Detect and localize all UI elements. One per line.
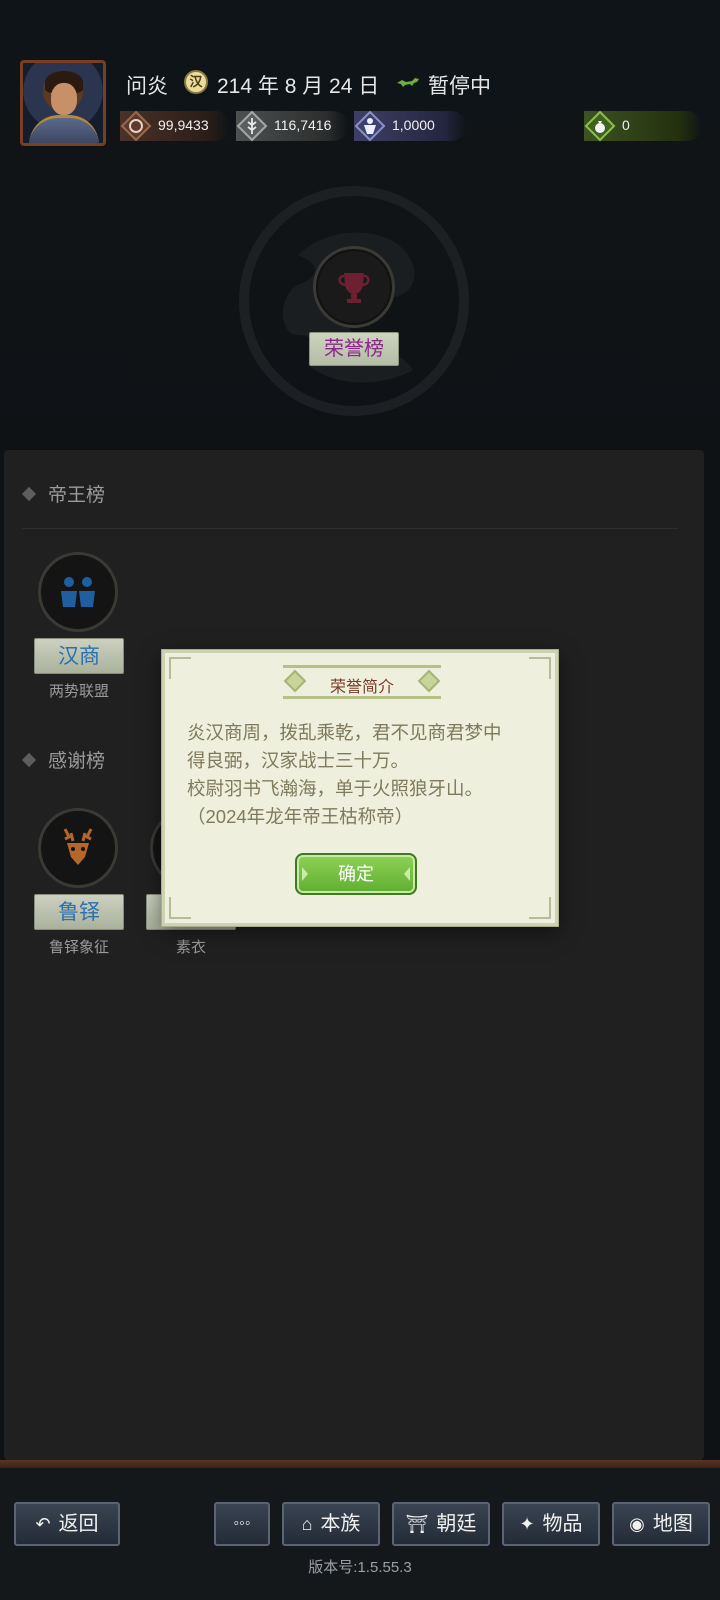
map-button-label: 地图 bbox=[652, 1513, 693, 1535]
undo-arrow-icon: ↶ bbox=[35, 1514, 51, 1534]
title-line bbox=[283, 696, 441, 699]
money-bag-icon bbox=[584, 110, 616, 142]
emperor-ranking-title: 帝王榜 bbox=[48, 485, 106, 506]
clan-button-label: 本族 bbox=[320, 1513, 361, 1535]
calendar-icon: 汉 bbox=[184, 70, 208, 94]
player-avatar[interactable] bbox=[20, 60, 106, 146]
avatar-armor bbox=[29, 115, 99, 143]
section-divider bbox=[22, 528, 678, 529]
badge-luduo-label[interactable]: 鲁铎 bbox=[34, 894, 124, 930]
honor-ranking-button[interactable] bbox=[313, 246, 395, 328]
badge-luduo-caption: 鲁铎象征 bbox=[48, 939, 109, 956]
confirm-button[interactable]: 确定 bbox=[295, 853, 417, 895]
game-date[interactable]: 214 年 8 月 24 日 bbox=[217, 70, 379, 100]
version-number: 版本号:1.5.55.3 bbox=[308, 1559, 412, 1576]
dialog-line-2: 得良弼，汉家战士三十万。 bbox=[187, 750, 410, 771]
game-status[interactable]: 暂停中 bbox=[428, 70, 491, 100]
diamond-bullet-icon bbox=[21, 752, 37, 768]
palace-icon: ⛩ bbox=[405, 1514, 429, 1534]
soldier-icon bbox=[354, 110, 386, 142]
back-button-label: 返回 bbox=[58, 1513, 99, 1535]
arrow-left-icon bbox=[302, 867, 308, 881]
trophy-icon bbox=[338, 273, 370, 303]
dialog-body: 炎汉商周，拨乱乘乾，君不见商君梦中 得良弼，汉家战士三十万。 校尉羽书飞瀚海，单… bbox=[187, 719, 543, 831]
diamond-bullet-icon bbox=[21, 486, 37, 502]
dialog-corner bbox=[169, 657, 191, 679]
dialog-corner bbox=[529, 657, 551, 679]
confirm-button-label: 确定 bbox=[338, 864, 374, 884]
grain-resource[interactable]: 116,7416 bbox=[236, 110, 348, 142]
title-line bbox=[283, 665, 441, 668]
dialog-corner bbox=[529, 897, 551, 919]
court-button[interactable]: ⛩ 朝廷 bbox=[392, 1502, 490, 1546]
items-button-label: 物品 bbox=[542, 1513, 583, 1535]
badge-hanshang[interactable] bbox=[38, 552, 118, 632]
dialog-title: 荣誉简介 bbox=[329, 679, 394, 696]
player-name: 问炎 bbox=[126, 75, 168, 98]
grain-icon bbox=[236, 110, 268, 142]
dialog-title-bar: 荣誉简介 bbox=[283, 665, 441, 699]
dialog-line-1: 炎汉商周，拨乱乘乾，君不见商君梦中 bbox=[187, 722, 502, 743]
coin-icon bbox=[120, 110, 152, 142]
map-button[interactable]: ◉ 地图 bbox=[612, 1502, 710, 1546]
thanks-ranking-title: 感谢榜 bbox=[48, 751, 106, 772]
map-icon: ◉ bbox=[629, 1514, 645, 1534]
gold-value: 0 bbox=[622, 117, 630, 133]
money-resource[interactable]: 99,9433 bbox=[120, 110, 230, 142]
avatar-face bbox=[51, 83, 77, 115]
deer-icon bbox=[63, 828, 93, 865]
clan-button[interactable]: ⌂ 本族 bbox=[282, 1502, 380, 1546]
arrow-right-icon bbox=[404, 867, 410, 881]
gold-resource[interactable]: 0 bbox=[584, 110, 702, 142]
dialog-line-4: （2024年龙年帝王枯称帝） bbox=[187, 806, 414, 827]
emperor-ranking-header: 帝王榜 bbox=[21, 480, 106, 507]
badge-luduo[interactable] bbox=[38, 808, 118, 888]
honor-ranking-label[interactable]: 荣誉榜 bbox=[309, 332, 399, 366]
items-button[interactable]: ✦ 物品 bbox=[502, 1502, 600, 1546]
alliance-icon bbox=[61, 577, 95, 607]
honor-intro-dialog: 荣誉简介 炎汉商周，拨乱乘乾，君不见商君梦中 得良弼，汉家战士三十万。 校尉羽书… bbox=[162, 650, 558, 926]
more-dots-icon: ◦◦◦ bbox=[233, 1515, 251, 1532]
clan-hat-icon: ⌂ bbox=[301, 1514, 313, 1534]
back-button[interactable]: ↶ 返回 bbox=[14, 1502, 120, 1546]
badge-hanshang-label[interactable]: 汉商 bbox=[34, 638, 124, 674]
items-icon: ✦ bbox=[519, 1514, 535, 1534]
badge-hanshang-caption: 两势联盟 bbox=[48, 683, 109, 700]
money-value: 99,9433 bbox=[158, 117, 209, 133]
court-button-label: 朝廷 bbox=[436, 1513, 477, 1535]
grain-value: 116,7416 bbox=[274, 117, 332, 133]
bottom-bar-edge bbox=[0, 1460, 720, 1468]
troops-value: 1,0000 bbox=[392, 117, 435, 133]
badge-suyi-caption: 素衣 bbox=[175, 939, 206, 956]
more-button[interactable]: ◦◦◦ bbox=[214, 1502, 270, 1546]
horse-speed-icon[interactable] bbox=[396, 76, 420, 88]
thanks-ranking-header: 感谢榜 bbox=[21, 746, 106, 773]
troops-resource[interactable]: 1,0000 bbox=[354, 110, 466, 142]
dialog-line-3: 校尉羽书飞瀚海，单于火照狼牙山。 bbox=[187, 778, 484, 799]
dialog-corner bbox=[169, 897, 191, 919]
